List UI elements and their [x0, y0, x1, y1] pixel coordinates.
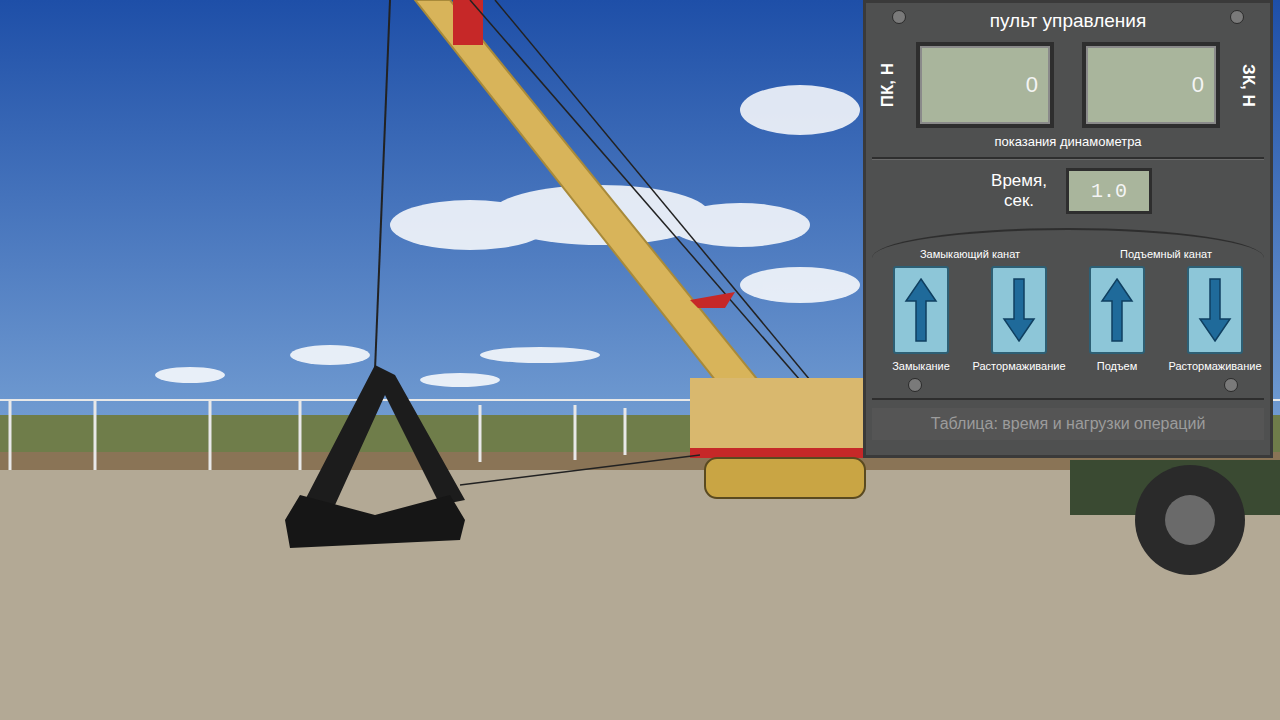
- button-label: Замыкание: [892, 360, 950, 372]
- clouds: [155, 85, 860, 387]
- down-button[interactable]: [1187, 266, 1243, 354]
- right-force-label: ЗК, Н: [1238, 64, 1258, 107]
- group-title: Замыкающий канат: [920, 248, 1020, 260]
- control: Растормаживание: [971, 266, 1067, 372]
- left-force-label: ПК, Н: [878, 63, 898, 107]
- simulator-screen: пульт управления ПК, Н 0 0 ЗК, Н показан…: [0, 0, 1280, 720]
- table-button[interactable]: Таблица: время и нагрузки операций: [872, 408, 1264, 440]
- control-panel: пульт управления ПК, Н 0 0 ЗК, Н показан…: [863, 0, 1273, 458]
- time-row: Время, сек. 1.0: [866, 160, 1270, 222]
- control: Замыкание: [873, 266, 969, 372]
- right-force-display: 0: [1082, 42, 1220, 128]
- sky: [0, 0, 1280, 470]
- control: Растормаживание: [1167, 266, 1263, 372]
- left-force-display: 0: [916, 42, 1054, 128]
- time-display: 1.0: [1066, 168, 1152, 214]
- rivet: [1230, 10, 1244, 24]
- button-label: Подъем: [1097, 360, 1138, 372]
- arrow-up-icon: [1100, 275, 1134, 345]
- rivet: [1224, 378, 1238, 392]
- button-label: Растормаживание: [972, 360, 1065, 372]
- controls-section: Замыкающий канат Замыкание Растормаживан…: [872, 228, 1264, 400]
- rivet: [892, 10, 906, 24]
- down-button[interactable]: [991, 266, 1047, 354]
- time-label: Время, сек.: [984, 171, 1054, 210]
- control: Подъем: [1069, 266, 1165, 372]
- up-button[interactable]: [1089, 266, 1145, 354]
- arrow-up-icon: [904, 275, 938, 345]
- up-button[interactable]: [893, 266, 949, 354]
- divider: [872, 157, 1264, 160]
- arrow-down-icon: [1002, 275, 1036, 345]
- group-title: Подъемный канат: [1120, 248, 1212, 260]
- grab-bucket: [285, 0, 700, 548]
- dynamometer-row: ПК, Н 0 0 ЗК, Н: [866, 42, 1270, 128]
- crane: [415, 0, 865, 498]
- truck: [1070, 460, 1280, 575]
- rope-group: Подъемный канат Подъем Растормаживание: [1069, 248, 1263, 372]
- dynamometer-caption: показания динамометра: [866, 134, 1270, 149]
- arrow-down-icon: [1198, 275, 1232, 345]
- rope-group: Замыкающий канат Замыкание Растормаживан…: [873, 248, 1067, 372]
- rivet: [908, 378, 922, 392]
- button-label: Растормаживание: [1168, 360, 1261, 372]
- panel-title: пульт управления: [866, 3, 1270, 38]
